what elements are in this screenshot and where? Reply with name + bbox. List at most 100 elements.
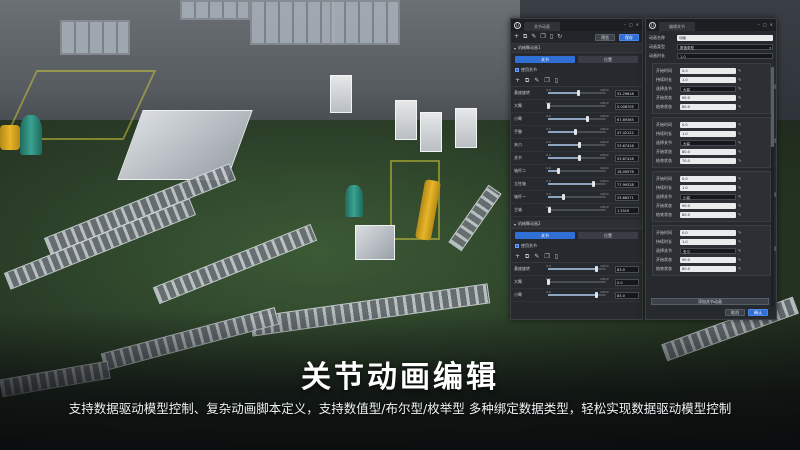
slider-value-input[interactable]: 53.67416	[615, 154, 639, 162]
add-icon[interactable]: +	[515, 254, 520, 260]
paste-icon[interactable]: ❐	[540, 34, 545, 40]
edit-icon[interactable]: ✎	[738, 149, 741, 154]
slider-handle[interactable]	[577, 142, 581, 148]
slider-value-input[interactable]: 53.67416	[615, 141, 639, 149]
trash-icon[interactable]: ▥	[774, 192, 776, 198]
mode-position-button[interactable]: 位置	[578, 232, 638, 239]
save-button[interactable]: 保存	[619, 33, 639, 41]
slider-value-input[interactable]: 0.008705	[615, 102, 639, 110]
preview-button[interactable]: 预览	[595, 33, 615, 41]
joint-slider[interactable]	[548, 116, 606, 122]
edit-icon[interactable]: ✎	[738, 104, 741, 109]
slider-value-input[interactable]: 18.09576	[615, 167, 639, 175]
edit-icon[interactable]: ✎	[738, 248, 741, 253]
keyframe-input[interactable]: 0.0	[680, 229, 736, 236]
joint-slider[interactable]	[547, 207, 606, 213]
copy-icon[interactable]: ⧉	[525, 78, 529, 84]
edit-icon[interactable]: ✎	[738, 86, 741, 91]
edit-icon[interactable]: ✎	[738, 239, 741, 244]
slider-value-input[interactable]: 47.42122	[615, 128, 639, 136]
slider-handle[interactable]	[594, 292, 598, 298]
keyframe-input[interactable]: 0.0	[680, 67, 736, 74]
keyframe-input[interactable]: 80.0	[680, 103, 736, 110]
panel-titlebar[interactable]: U 关节动画 – □ ✕	[511, 19, 642, 31]
slider-handle[interactable]	[585, 116, 589, 122]
keyframe-input[interactable]: 1.0	[680, 184, 736, 191]
joint-select[interactable]: 夹爪	[680, 247, 736, 254]
delete-icon[interactable]: ▯	[555, 78, 558, 84]
keyframe-input[interactable]: 90.0	[680, 256, 736, 263]
slider-value-input[interactable]: 25.66271	[615, 193, 639, 201]
field-input[interactable]: 动画	[677, 34, 773, 41]
keyframe-input[interactable]: 80.0	[680, 211, 736, 218]
slider-handle[interactable]	[594, 266, 598, 272]
edit-icon[interactable]: ✎	[738, 140, 741, 145]
keyframe-input[interactable]: 80.0	[680, 265, 736, 272]
edit-icon[interactable]: ✎	[738, 203, 741, 208]
paste-icon[interactable]: ❐	[544, 78, 549, 84]
edit-icon[interactable]: ✎	[738, 266, 741, 271]
copy-icon[interactable]: ⧉	[525, 254, 529, 260]
edit-icon[interactable]: ✎	[738, 212, 741, 217]
slider-value-input[interactable]: 52.29616	[615, 89, 639, 97]
slider-handle[interactable]	[546, 103, 550, 109]
keyframe-input[interactable]: 90.0	[680, 94, 736, 101]
slider-value-input[interactable]: 83.0	[615, 265, 639, 273]
slider-handle[interactable]	[546, 279, 550, 285]
keyframe-input[interactable]: 1.0	[680, 130, 736, 137]
joint-slider[interactable]	[546, 103, 606, 109]
joint-select[interactable]: 大臂	[680, 85, 736, 92]
close-icon[interactable]: ✕	[636, 22, 639, 27]
copy-icon[interactable]: ⧉	[523, 34, 527, 40]
joint-slider[interactable]	[548, 129, 606, 135]
mode-joint-button[interactable]: 关节	[515, 232, 575, 239]
joint-slider[interactable]	[546, 279, 606, 285]
edit-icon[interactable]: ✎	[738, 122, 741, 127]
edit-icon[interactable]: ✎	[738, 68, 741, 73]
edit-icon[interactable]: ✎	[738, 230, 741, 235]
edit-icon[interactable]: ✎	[738, 185, 741, 190]
edit-joint-panel[interactable]: U 编辑关节 – □ ✕ 动画名称 动画 动画类型 数值类型 ▾ 动画时长 1.0 开始时间…	[645, 18, 777, 320]
edit-icon[interactable]: ✎	[738, 95, 741, 100]
edit-icon[interactable]: ✎	[738, 194, 741, 199]
joint-slider[interactable]	[548, 142, 606, 148]
trash-icon[interactable]: ▥	[774, 84, 776, 90]
slider-handle[interactable]	[547, 207, 551, 213]
tab-joint-animation[interactable]: 关节动画	[524, 22, 560, 31]
use-joint-checkbox[interactable]	[515, 244, 519, 248]
slider-handle[interactable]	[561, 194, 565, 200]
joint-slider[interactable]	[548, 266, 606, 272]
trash-icon[interactable]: ▥	[774, 138, 776, 144]
joint-animation-panel[interactable]: U 关节动画 – □ ✕ + ⧉ ✎ ❐ ▯ ↻ 预览 保存 ▾ 机械臂动画1 …	[510, 18, 643, 320]
scroll-thumb[interactable]	[771, 67, 774, 147]
close-icon[interactable]: ✕	[770, 22, 773, 27]
edit-icon[interactable]: ✎	[738, 77, 741, 82]
paste-icon[interactable]: ❐	[544, 254, 549, 260]
slider-handle[interactable]	[556, 168, 560, 174]
field-input[interactable]: 1.0	[677, 52, 773, 59]
edit-icon[interactable]: ✎	[738, 131, 741, 136]
keyframe-input[interactable]: 1.0	[680, 238, 736, 245]
joint-slider[interactable]	[548, 155, 606, 161]
edit-icon[interactable]: ✎	[738, 158, 741, 163]
edit-icon[interactable]: ✎	[534, 78, 539, 84]
edit-icon[interactable]: ✎	[531, 34, 536, 40]
edit-icon[interactable]: ✎	[534, 254, 539, 260]
keyframe-input[interactable]: 80.0	[680, 148, 736, 155]
joint-slider[interactable]	[548, 168, 606, 174]
scrollbar[interactable]	[771, 67, 774, 307]
use-joint-checkbox[interactable]	[515, 68, 519, 72]
trash-icon[interactable]: ▥	[774, 246, 776, 252]
joint-select[interactable]: 小臂	[680, 193, 736, 200]
add-icon[interactable]: +	[514, 34, 519, 40]
slider-value-input[interactable]: 83.0	[615, 291, 639, 299]
joint-slider[interactable]	[548, 181, 606, 187]
slider-value-input[interactable]: 67.89365	[615, 115, 639, 123]
section-header[interactable]: ▾ 机械臂动画1	[511, 44, 642, 53]
add-icon[interactable]: +	[515, 78, 520, 84]
slider-handle[interactable]	[573, 129, 577, 135]
refresh-icon[interactable]: ↻	[557, 34, 562, 40]
animation-type-select[interactable]: 数值类型 ▾	[677, 43, 773, 50]
confirm-button[interactable]: 确认	[748, 309, 768, 316]
joint-slider[interactable]	[548, 194, 606, 200]
